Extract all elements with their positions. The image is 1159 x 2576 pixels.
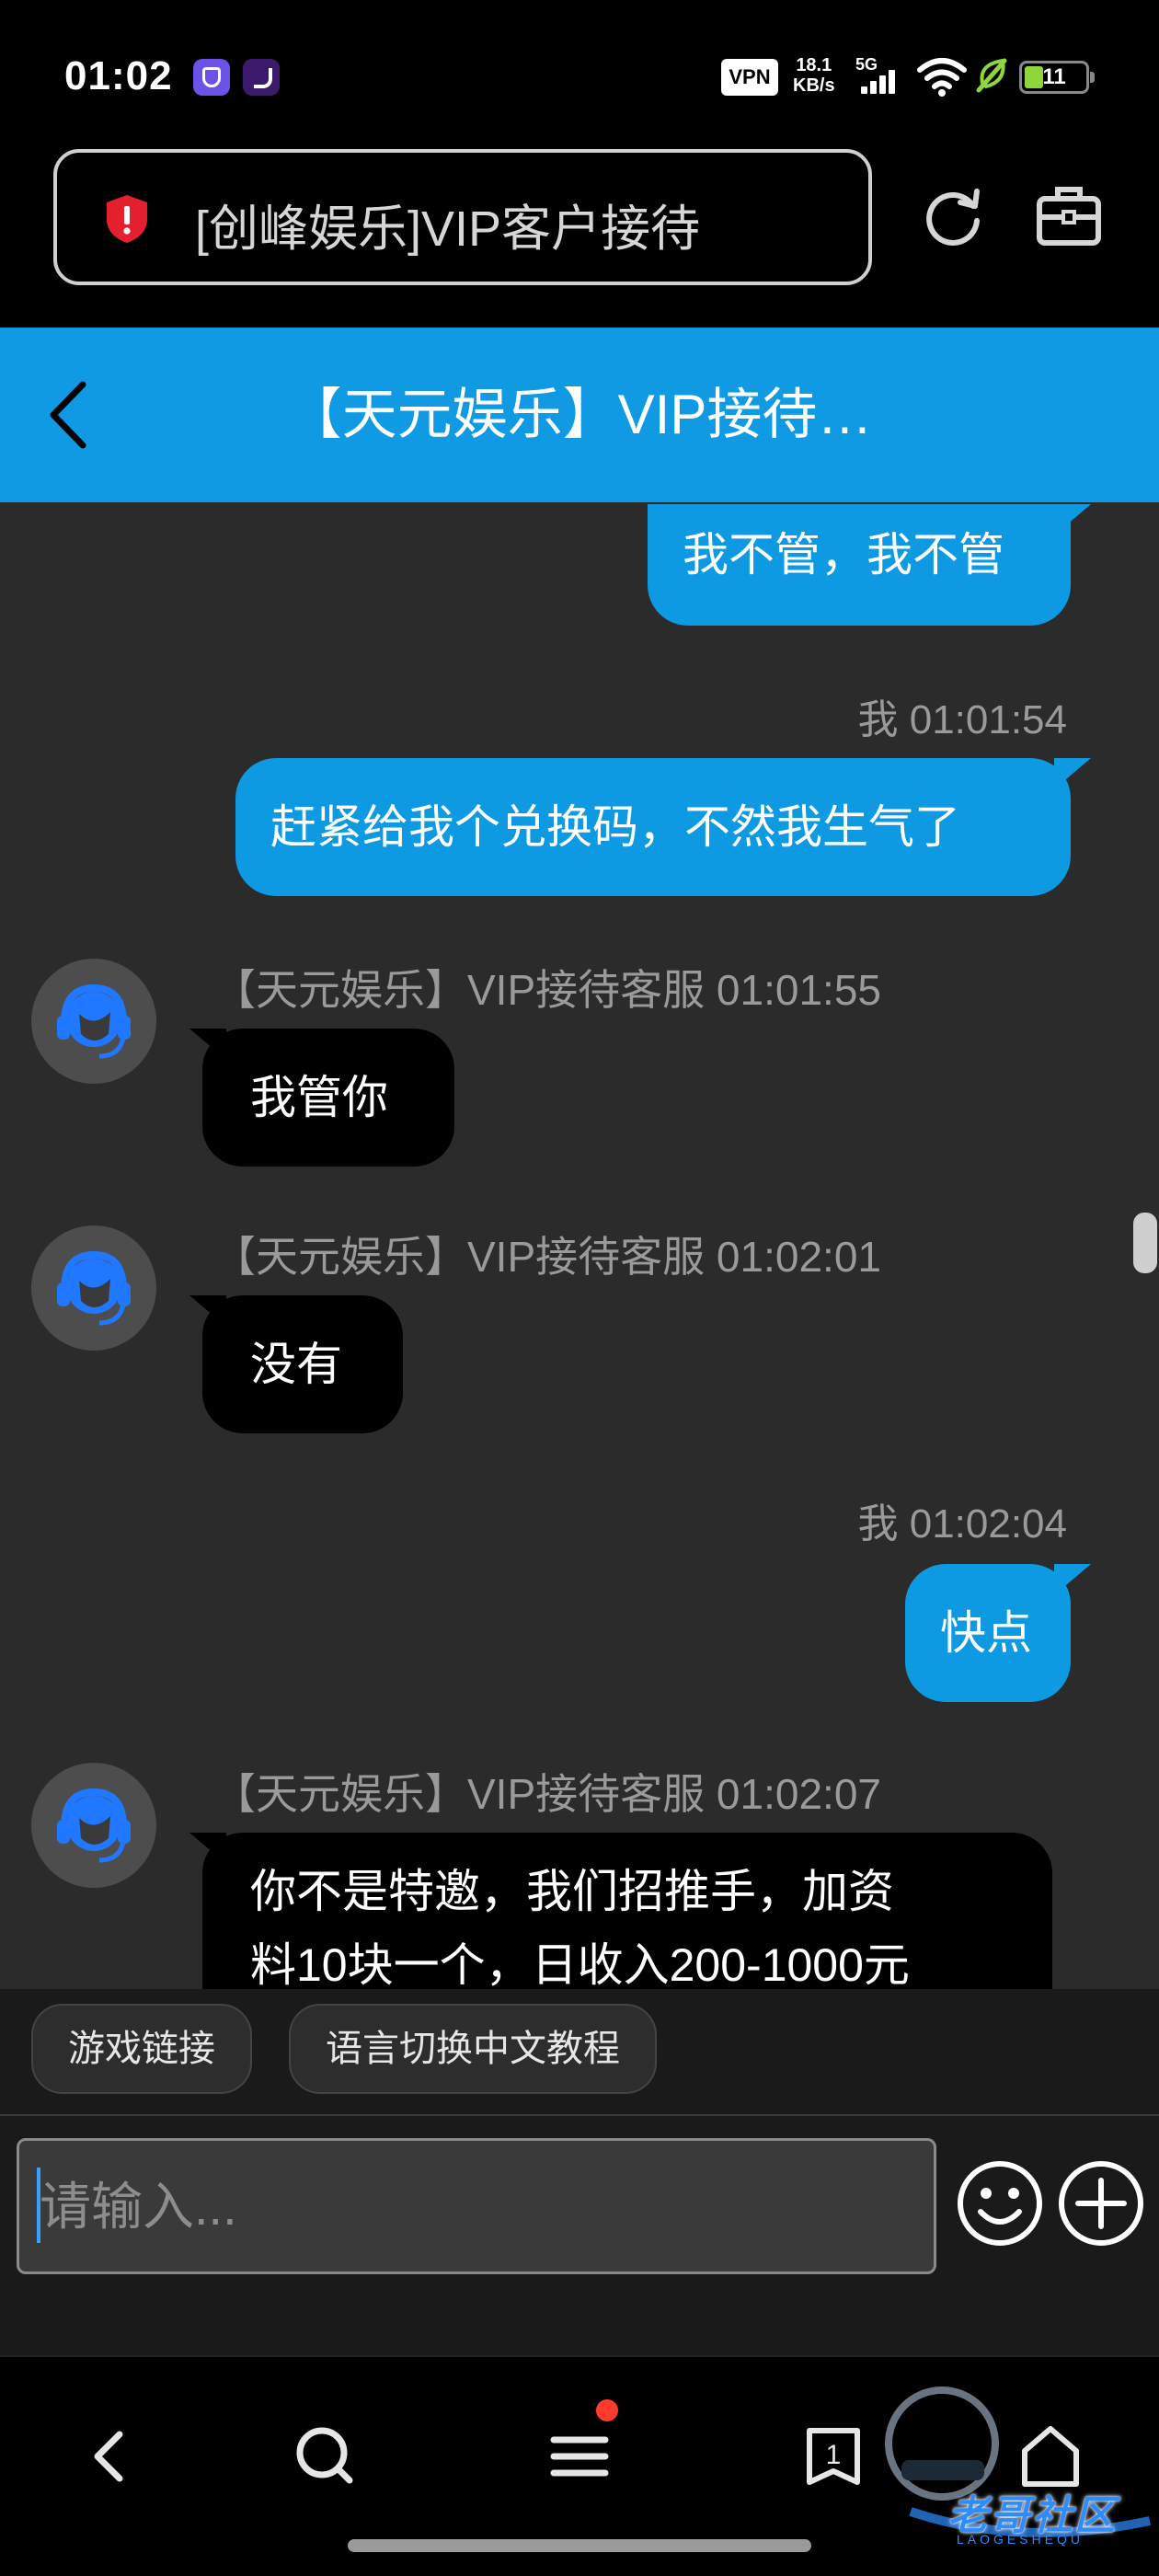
vpn-badge: VPN	[721, 59, 778, 96]
watermark-subtext: LAOGESHEQU	[957, 2532, 1084, 2547]
chat-header: 【天元娱乐】VIP接待…	[0, 328, 1159, 502]
scrollbar-thumb[interactable]	[1133, 1213, 1157, 1273]
nav-menu-icon[interactable]	[535, 2412, 624, 2501]
quick-reply-chip[interactable]: 游戏链接	[31, 2004, 252, 2094]
headset-agent-icon	[57, 1788, 131, 1863]
agent-avatar-icon[interactable]	[31, 1225, 156, 1351]
agent-message-line: 料10块一个，日收入200-1000元	[250, 1939, 910, 1989]
network-speed-value: 18.1	[796, 55, 832, 75]
message-meta: 【天元娱乐】VIP接待客服 01:01:55	[213, 966, 881, 1014]
shield-alert-icon	[107, 195, 147, 243]
network-speed-unit: KB/s	[793, 75, 835, 96]
wifi-icon	[917, 58, 967, 97]
my-message-bubble: 快点	[905, 1564, 1071, 1702]
message-meta: 我 01:01:54	[857, 697, 1068, 742]
message-meta: 【天元娱乐】VIP接待客服 01:02:07	[213, 1770, 881, 1818]
svg-text:1: 1	[826, 2440, 842, 2470]
reload-icon[interactable]	[916, 178, 990, 252]
headset-agent-icon	[57, 1250, 131, 1326]
nav-tabs-icon[interactable]: 1	[789, 2412, 878, 2501]
my-message-bubble: 我不管，我不管	[648, 504, 1071, 626]
chat-title: 【天元娱乐】VIP接待…	[286, 384, 873, 445]
quick-reply-chip[interactable]: 语言切换中文教程	[289, 2004, 657, 2094]
browser-toolbar: [创峰娱乐]VIP客户接待	[0, 147, 1159, 328]
agent-message-line: 你不是特邀，我们招推手，加资	[250, 1866, 894, 1917]
message-input[interactable]	[17, 2138, 936, 2274]
emoji-icon[interactable]	[955, 2158, 1045, 2248]
address-bar[interactable]: [创峰娱乐]VIP客户接待	[53, 149, 872, 285]
agent-avatar-icon[interactable]	[31, 1763, 156, 1888]
text-caret	[37, 2168, 40, 2243]
plus-icon[interactable]	[1056, 2158, 1146, 2248]
agent-message-bubble: 我管你	[202, 1029, 454, 1167]
status-time: 01:02	[64, 53, 173, 98]
toolbox-icon[interactable]	[1032, 178, 1106, 252]
power-saving-icon	[976, 58, 1007, 93]
battery-level: 11	[1042, 64, 1066, 89]
cellular-signal-icon: 5G	[855, 55, 896, 98]
notification-dot	[596, 2399, 618, 2421]
shield-app-icon	[193, 59, 230, 96]
network-speed: 18.1 KB/s	[793, 55, 835, 96]
message-meta: 【天元娱乐】VIP接待客服 01:02:01	[213, 1233, 881, 1281]
agent-message-bubble: 没有	[202, 1295, 403, 1433]
status-bar: 01:02 VPN 18.1 KB/s 5G 11	[0, 0, 1159, 147]
message-meta: 我 01:02:04	[857, 1501, 1068, 1547]
agent-avatar-icon[interactable]	[31, 959, 156, 1084]
headset-agent-icon	[57, 983, 131, 1059]
message-list[interactable]: 我不管，我不管 我 01:01:54 赶紧给我个兑换码，不然我生气了 【天元娱乐…	[0, 502, 1159, 1989]
home-indicator[interactable]	[348, 2539, 811, 2552]
network-type: 5G	[855, 55, 878, 74]
quick-reply-bar: 游戏链接 语言切换中文教程	[0, 1989, 1159, 2114]
composer	[0, 2116, 1159, 2355]
nav-back-icon[interactable]	[64, 2412, 153, 2501]
agent-message-bubble: 你不是特邀，我们招推手，加资 料10块一个，日收入200-1000元	[202, 1833, 1052, 1989]
nav-search-icon[interactable]	[281, 2412, 370, 2501]
my-message-bubble: 赶紧给我个兑换码，不然我生气了	[235, 758, 1071, 896]
battery-icon: 11	[1019, 61, 1095, 94]
page-title: [创峰娱乐]VIP客户接待	[195, 201, 701, 257]
notification-app-icon	[243, 59, 280, 96]
back-chevron-icon[interactable]	[37, 374, 110, 456]
